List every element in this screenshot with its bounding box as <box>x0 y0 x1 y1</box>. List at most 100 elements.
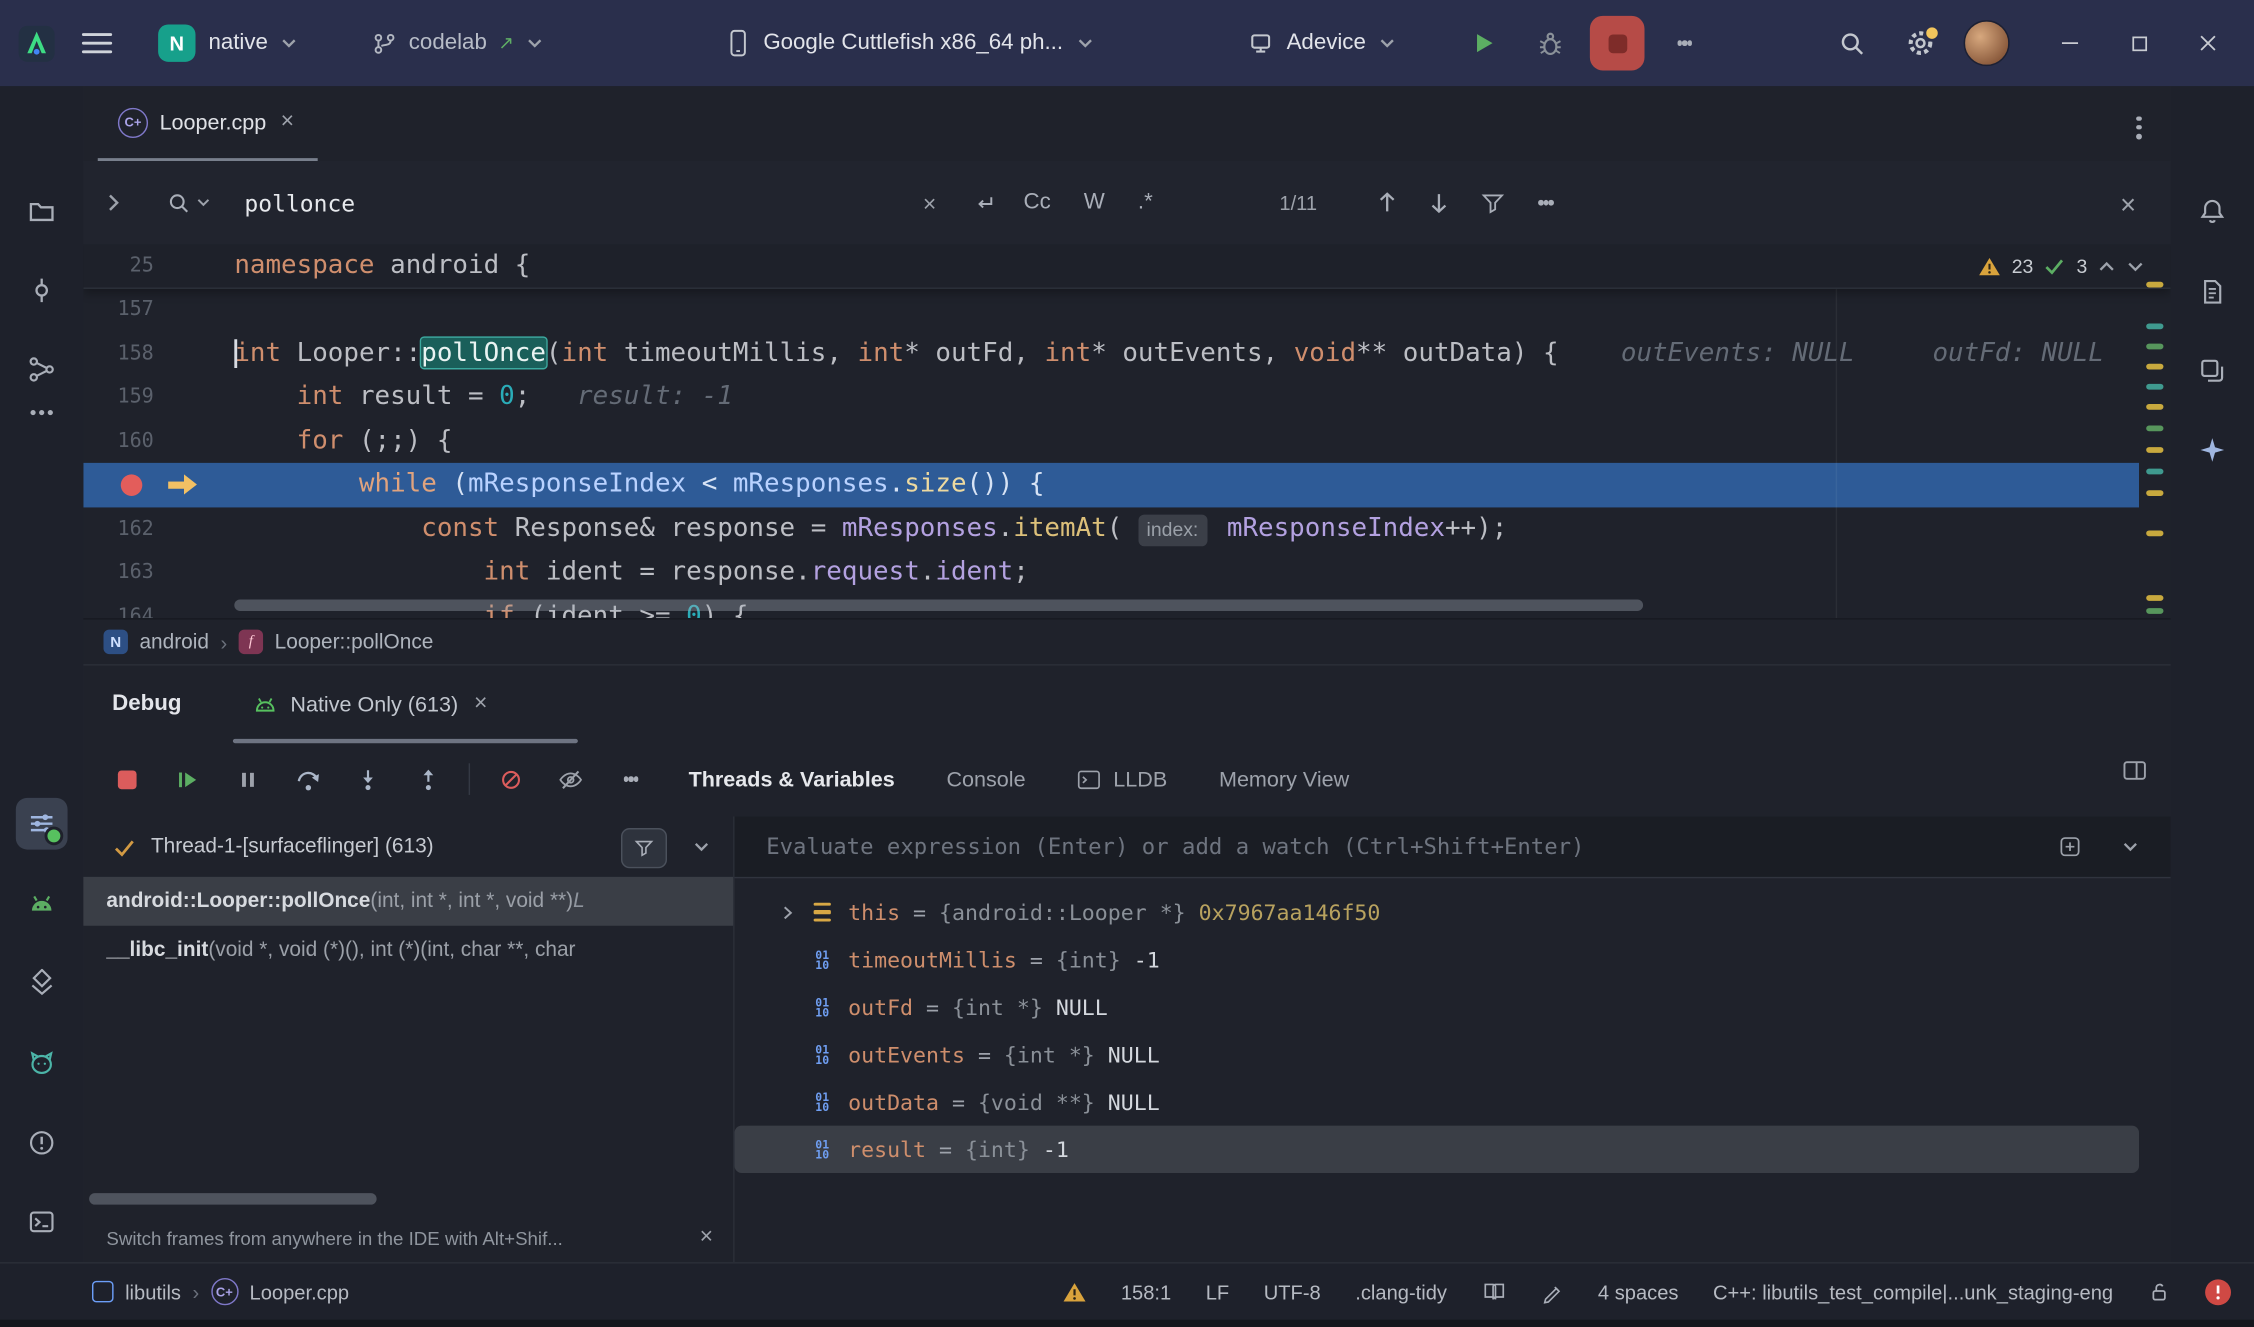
close-search-icon[interactable]: × <box>2117 161 2139 250</box>
project-selector[interactable]: N native <box>158 24 298 61</box>
thread-selector[interactable]: Thread-1-[surfaceflinger] (613) <box>83 817 733 879</box>
terminal-tool-button[interactable] <box>16 1196 68 1248</box>
module-breadcrumb[interactable]: libutils <box>125 1280 181 1303</box>
line-number[interactable]: 163 <box>83 551 153 595</box>
chevron-down-icon[interactable] <box>2122 841 2139 853</box>
execution-line[interactable]: while (mResponseIndex < mResponses.size(… <box>83 463 2139 507</box>
breakpoint-icon[interactable] <box>121 474 143 496</box>
problems-tool-button[interactable] <box>16 1117 68 1169</box>
indent-setting[interactable]: 4 spaces <box>1598 1280 1679 1303</box>
run-configuration-selector[interactable]: Adevice <box>1248 0 1396 86</box>
project-tool-button[interactable] <box>16 185 68 237</box>
variable-row[interactable]: 01 10 result = {int} -1 <box>735 1126 2139 1173</box>
disable-watches-button[interactable] <box>551 759 591 799</box>
search-filter-button[interactable] <box>1481 161 1505 244</box>
expand-replace-toggle[interactable] <box>106 161 120 244</box>
more-actions-menu[interactable] <box>1659 17 1711 69</box>
pause-button[interactable] <box>227 759 267 799</box>
dismiss-hint-icon[interactable]: × <box>697 1223 716 1252</box>
horizontal-scrollbar[interactable] <box>89 1193 377 1205</box>
file-encoding[interactable]: UTF-8 <box>1264 1280 1321 1303</box>
tab-options-menu[interactable] <box>2137 112 2142 142</box>
step-over-button[interactable] <box>288 759 328 799</box>
previous-match-button[interactable] <box>1377 161 1397 244</box>
vcs-branch-widget[interactable]: codelab ↗ <box>373 30 543 56</box>
clang-tidy-widget[interactable]: .clang-tidy <box>1355 1280 1447 1303</box>
debug-session-tab[interactable]: Native Only (613) × <box>253 666 490 744</box>
gutter[interactable] <box>154 551 235 595</box>
logcat-tool-button[interactable] <box>16 1038 68 1090</box>
debug-options-menu[interactable] <box>611 759 651 799</box>
inspections-widget[interactable]: 23 3 <box>1979 244 2145 287</box>
variable-row[interactable]: 01 10 outFd = {int *} NULL <box>735 983 2139 1030</box>
app-quality-insights-tool-button[interactable] <box>16 957 68 1009</box>
code-line[interactable]: 163 int ident = response.request.ident; <box>83 551 2139 595</box>
thread-filter-button[interactable] <box>621 828 667 868</box>
code-editor[interactable]: 25 namespace android { 23 3 157 <box>83 244 2170 618</box>
variable-row[interactable]: 01 10 timeoutMillis = {int} -1 <box>735 936 2139 983</box>
code-line[interactable]: 159 int result = 0; result: -1 <box>83 375 2139 419</box>
stop-button[interactable] <box>1590 16 1645 71</box>
gutter[interactable] <box>154 331 235 375</box>
settings-button[interactable] <box>1895 17 1947 69</box>
stack-frame-row[interactable]: android::Looper::pollOnce(int, int *, in… <box>83 877 733 926</box>
file-breadcrumb[interactable]: Looper.cpp <box>250 1280 350 1303</box>
gutter[interactable] <box>154 463 235 507</box>
gutter[interactable] <box>154 288 235 332</box>
chevron-down-icon[interactable] <box>2126 259 2145 272</box>
breadcrumb-item[interactable]: android <box>139 630 209 653</box>
gutter[interactable] <box>154 507 235 551</box>
line-number[interactable]: 158 <box>83 331 153 375</box>
sticky-context-line[interactable]: 25 namespace android { 23 3 <box>83 244 2170 289</box>
gutter[interactable] <box>154 244 235 287</box>
code-line[interactable]: 162 const Response& response = mResponse… <box>83 507 2139 551</box>
code-line[interactable]: 157 <box>83 288 2139 332</box>
reader-mode-icon[interactable] <box>1481 1281 1505 1303</box>
error-notification-badge[interactable] <box>2205 1279 2231 1305</box>
add-watch-icon[interactable] <box>2059 835 2082 858</box>
build-configuration[interactable]: C++: libutils_test_compile|...unk_stagin… <box>1713 1280 2113 1303</box>
next-match-button[interactable] <box>1429 161 1449 244</box>
tab-memory-view[interactable]: Memory View <box>1219 767 1349 791</box>
search-input[interactable]: pollonce <box>244 161 355 244</box>
debug-button[interactable] <box>1524 17 1576 69</box>
newline-toggle-icon[interactable] <box>972 190 996 214</box>
session-close-icon[interactable]: × <box>471 690 490 719</box>
line-number[interactable]: 25 <box>83 244 153 287</box>
inspection-marks-strip[interactable] <box>2145 244 2165 618</box>
line-number[interactable]: 157 <box>83 288 153 332</box>
search-everywhere-button[interactable] <box>1826 17 1878 69</box>
caret-position[interactable]: 158:1 <box>1121 1280 1171 1303</box>
device-explorer-button[interactable] <box>2186 266 2238 318</box>
device-selector[interactable]: Google Cuttlefish x86_64 ph... <box>726 0 1093 86</box>
stack-frame-row[interactable]: __libc_init(void *, void (*)(), int (*)(… <box>83 926 733 975</box>
stop-process-button[interactable] <box>106 759 146 799</box>
line-number[interactable]: 164 <box>83 594 153 618</box>
main-menu-icon[interactable] <box>82 28 112 58</box>
code-area[interactable]: 157 158 int Looper::pollOnce(int timeout… <box>83 288 2139 619</box>
regex-toggle[interactable]: .* <box>1132 190 1158 216</box>
variable-row[interactable]: 01 10 outData = {void **} NULL <box>735 1078 2139 1125</box>
commit-tool-button[interactable] <box>16 265 68 317</box>
line-number[interactable]: 159 <box>83 375 153 419</box>
more-tool-windows-button[interactable] <box>16 394 68 431</box>
tab-close-icon[interactable]: × <box>278 108 297 137</box>
resource-manager-button[interactable] <box>2186 345 2238 397</box>
unlock-icon[interactable] <box>2148 1279 2171 1303</box>
breadcrumb-item[interactable]: Looper::pollOnce <box>275 630 434 653</box>
window-maximize-button[interactable] <box>2113 17 2165 69</box>
tab-console[interactable]: Console <box>946 767 1025 791</box>
search-mode-button[interactable] <box>167 161 210 244</box>
step-into-button[interactable] <box>348 759 388 799</box>
variable-row[interactable]: 01 10 outEvents = {int *} NULL <box>735 1031 2139 1078</box>
mute-breakpoints-button[interactable] <box>490 759 530 799</box>
resume-button[interactable] <box>167 759 207 799</box>
evaluate-input[interactable]: Evaluate expression (Enter) or add a wat… <box>766 834 2058 860</box>
line-ending[interactable]: LF <box>1206 1280 1229 1303</box>
debug-tool-button[interactable] <box>16 798 68 850</box>
breakpoint-gutter[interactable] <box>83 463 153 507</box>
line-number[interactable]: 160 <box>83 419 153 463</box>
tab-threads-variables[interactable]: Threads & Variables <box>689 767 895 791</box>
file-tab[interactable]: C+ Looper.cpp × <box>98 86 317 161</box>
layout-settings-button[interactable] <box>2122 759 2148 782</box>
